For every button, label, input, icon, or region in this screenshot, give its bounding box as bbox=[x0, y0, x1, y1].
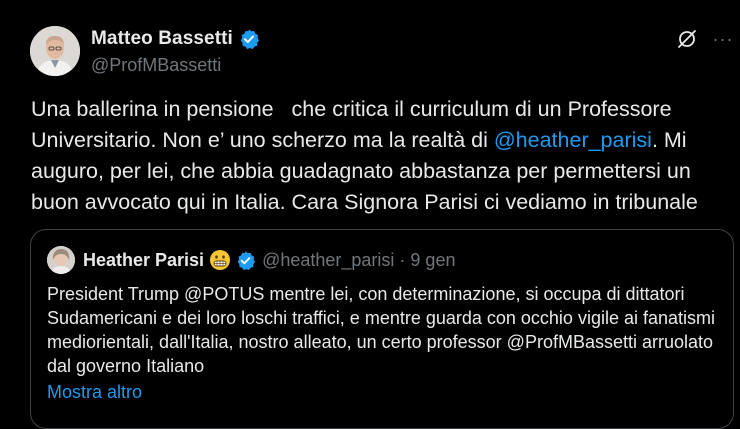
author-avatar[interactable] bbox=[30, 26, 80, 76]
grimacing-face-emoji bbox=[209, 249, 231, 271]
author-handle[interactable]: @ProfMBassetti bbox=[91, 55, 260, 76]
grok-icon[interactable] bbox=[675, 27, 699, 51]
mention-link[interactable]: @heather_parisi bbox=[494, 128, 652, 152]
quoted-tweet-card[interactable]: Heather Parisi @heather_parisi · 9 gen P… bbox=[30, 229, 734, 429]
author-block: Matteo Bassetti @ProfMBassetti bbox=[91, 27, 260, 76]
quoted-tweet-text: President Trump @POTUS mentre lei, con d… bbox=[47, 284, 716, 376]
tweet: Matteo Bassetti @ProfMBassetti ··· Una b… bbox=[0, 0, 740, 429]
more-icon[interactable]: ··· bbox=[710, 27, 736, 51]
quoted-separator: · bbox=[399, 249, 406, 270]
show-more-link[interactable]: Mostra altro bbox=[47, 380, 142, 404]
author-name-row: Matteo Bassetti bbox=[91, 27, 260, 51]
quoted-tweet-header: Heather Parisi @heather_parisi · 9 gen bbox=[47, 245, 455, 275]
quoted-author-name[interactable]: Heather Parisi bbox=[83, 250, 204, 271]
author-name[interactable]: Matteo Bassetti bbox=[91, 28, 233, 50]
verified-badge-icon[interactable] bbox=[238, 28, 260, 50]
quoted-author-avatar[interactable] bbox=[47, 246, 75, 274]
quoted-author-handle[interactable]: @heather_parisi bbox=[262, 250, 394, 271]
tweet-text: Una ballerina in pensione che critica il… bbox=[31, 94, 721, 218]
quoted-verified-badge-icon[interactable] bbox=[235, 250, 256, 271]
quoted-date[interactable]: 9 gen bbox=[410, 250, 455, 271]
